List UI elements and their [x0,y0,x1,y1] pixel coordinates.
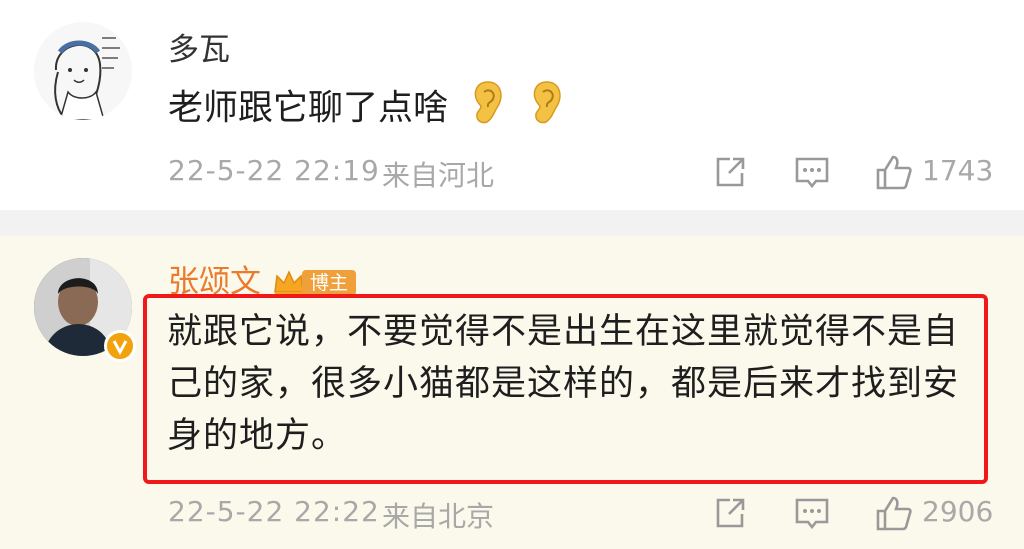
like-count: 1743 [922,154,994,187]
thumbs-up-icon[interactable] [874,152,914,192]
reply-icon[interactable] [792,493,832,533]
thumbs-up-icon[interactable] [874,493,914,533]
reply-icon[interactable] [792,152,832,192]
comment-footer: 22-5-22 22:22 来自北京 2906 [0,493,1024,533]
highlight-frame [143,294,988,484]
timestamp: 22-5-22 22:19 [168,154,380,187]
ear-emoji-icon [471,80,505,139]
location: 来自北京 [382,500,495,533]
like-count: 2906 [922,495,994,528]
verified-badge-icon [104,330,136,362]
location: 来自河北 [382,159,495,192]
username[interactable]: 多瓦 [168,32,230,68]
comment-item: 多瓦 老师跟它聊了点啥 22-5-22 22:19 来自河北 1743 [0,0,1024,210]
comment-text-content: 老师跟它聊了点啥 [168,88,449,129]
comment-item: 张颂文 博主 就跟它说，不要觉得不是出生在这里就觉得不是自己的家，很多小猫都是这… [0,236,1024,549]
badge-label: 博主 [302,270,357,296]
share-icon[interactable] [710,493,750,533]
comment-footer: 22-5-22 22:19 来自河北 1743 [0,152,1024,192]
illustrated-girl-avatar-icon [34,22,132,120]
share-icon[interactable] [710,152,750,192]
avatar[interactable] [34,22,132,120]
comment-divider [0,210,1024,236]
timestamp: 22-5-22 22:22 [168,495,380,528]
comment-text: 老师跟它聊了点啥 [168,80,688,139]
ear-emoji-icon [530,80,564,139]
